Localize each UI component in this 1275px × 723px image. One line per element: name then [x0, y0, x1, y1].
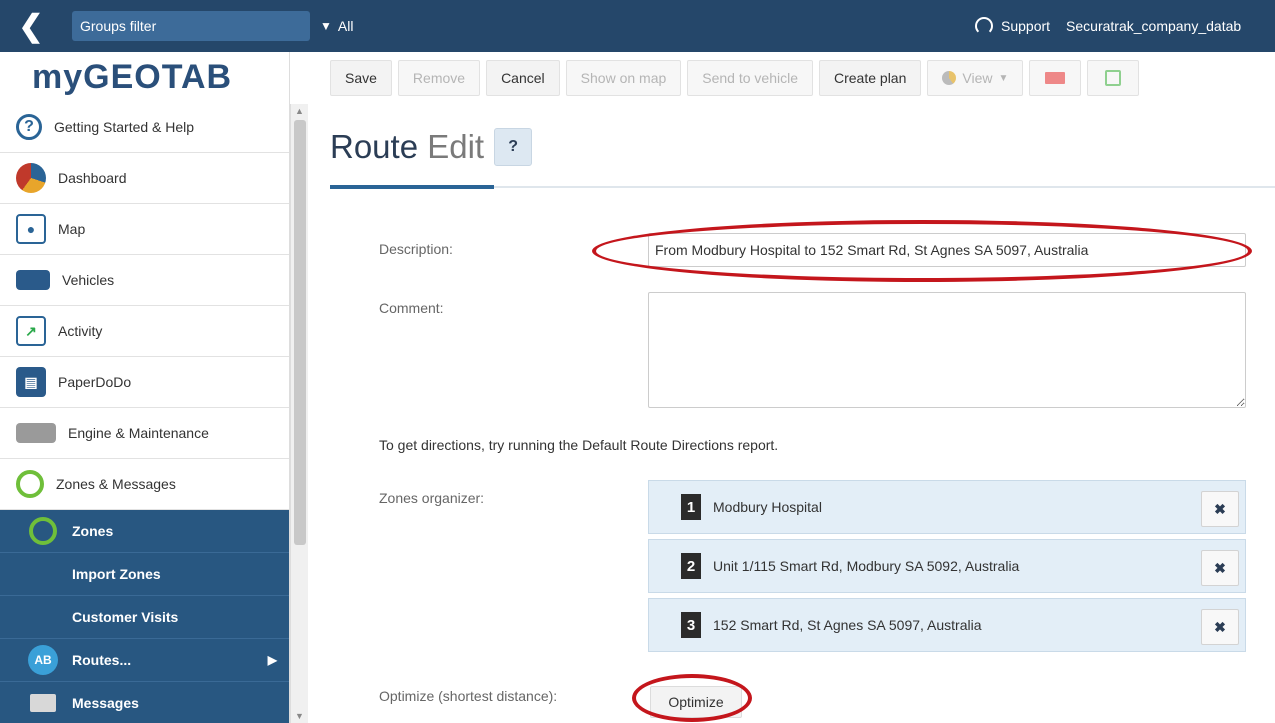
submenu-item-routes[interactable]: AB Routes... ▶ [0, 639, 289, 682]
sidebar-item-vehicles[interactable]: Vehicles [0, 255, 289, 306]
top-bar: ❮ Groups filter ▼ All Support Securatrak… [0, 0, 1275, 52]
remove-button[interactable]: Remove [397, 60, 481, 96]
title-underline [330, 185, 1275, 189]
group-selector-label: All [337, 18, 354, 34]
sidebar: myGEOTAB ? Getting Started & Help Dashbo… [0, 52, 290, 723]
submenu-item-label: Zones [72, 523, 114, 539]
sidebar-item-label: Zones & Messages [56, 476, 176, 492]
zone-name: Modbury Hospital [713, 499, 822, 515]
zone-row[interactable]: 1 Modbury Hospital ✖ [648, 480, 1246, 534]
submenu-item-label: Messages [72, 695, 139, 711]
view-button-label: View [962, 70, 993, 86]
zone-icon [29, 517, 57, 545]
zone-name: Unit 1/115 Smart Rd, Modbury SA 5092, Au… [713, 558, 1020, 574]
sidebar-item-label: Map [58, 221, 86, 237]
sidebar-item-dashboard[interactable]: Dashboard [0, 153, 289, 204]
remove-zone-button[interactable]: ✖ [1201, 550, 1239, 586]
zone-order-number: 3 [681, 612, 701, 638]
page-title: Route Edit [330, 128, 485, 165]
sidebar-item-map[interactable]: ● Map [0, 204, 289, 255]
description-field[interactable] [648, 233, 1246, 267]
submenu-item-label: Customer Visits [72, 609, 179, 625]
zone-order-number: 1 [681, 494, 701, 520]
zone-name: 152 Smart Rd, St Agnes SA 5097, Australi… [713, 617, 982, 633]
scroll-up-icon[interactable]: ▲ [295, 106, 304, 116]
route-ab-icon: AB [28, 645, 58, 675]
sidebar-item-zones-messages[interactable]: Zones & Messages [0, 459, 289, 510]
zone-order-number: 2 [681, 553, 701, 579]
top-right-area: Support Securatrak_company_datab [975, 17, 1275, 35]
account-name[interactable]: Securatrak_company_datab [1066, 18, 1241, 34]
zone-icon [16, 470, 44, 498]
comment-label: Comment: [379, 300, 444, 316]
support-link[interactable]: Support [1001, 18, 1050, 34]
submenu-item-label: Routes... [72, 652, 132, 668]
page-title-area: Route Edit ? [330, 128, 533, 166]
create-plan-button[interactable]: Create plan [819, 60, 922, 96]
envelope-icon [30, 694, 56, 712]
remove-zone-button[interactable]: ✖ [1201, 491, 1239, 527]
sidebar-item-paperdodo[interactable]: ▤ PaperDoDo [0, 357, 289, 408]
scrollbar-thumb[interactable] [294, 120, 306, 545]
submenu-item-messages[interactable]: Messages [0, 682, 289, 723]
comment-field[interactable] [648, 292, 1246, 408]
triangle-down-icon: ▼ [998, 72, 1009, 84]
logo[interactable]: myGEOTAB [0, 52, 289, 102]
sidebar-item-label: Engine & Maintenance [68, 425, 209, 441]
zone-row[interactable]: 2 Unit 1/115 Smart Rd, Modbury SA 5092, … [648, 539, 1246, 593]
excel-icon [1105, 70, 1122, 86]
description-label: Description: [379, 241, 453, 257]
paper-icon: ▤ [16, 367, 46, 397]
sidebar-item-activity[interactable]: ↗ Activity [0, 306, 289, 357]
triangle-right-icon: ▶ [267, 653, 277, 667]
groups-filter-input[interactable]: Groups filter [72, 11, 310, 41]
zones-organizer-label: Zones organizer: [379, 490, 485, 506]
triangle-down-icon: ▼ [320, 19, 332, 33]
sidebar-item-label: Getting Started & Help [54, 119, 195, 135]
sidebar-item-label: PaperDoDo [58, 374, 132, 390]
group-selector[interactable]: ▼ All [320, 18, 353, 34]
sidebar-scrollbar[interactable]: ▲ ▼ [290, 104, 308, 723]
sidebar-item-label: Dashboard [58, 170, 127, 186]
toolbar: Save Remove Cancel Show on map Send to v… [330, 60, 1140, 96]
submenu-item-zones[interactable]: Zones [0, 510, 289, 553]
pie-chart-icon [942, 71, 957, 85]
engine-icon [16, 423, 56, 443]
save-button[interactable]: Save [330, 60, 392, 96]
send-to-vehicle-button[interactable]: Send to vehicle [687, 60, 813, 96]
submenu-zones-messages: Zones Import Zones Customer Visits AB Ro… [0, 510, 289, 723]
help-icon: ? [16, 114, 42, 140]
cancel-button[interactable]: Cancel [486, 60, 560, 96]
submenu-item-customer-visits[interactable]: Customer Visits [0, 596, 289, 639]
sidebar-item-label: Vehicles [62, 272, 115, 288]
zone-row[interactable]: 3 152 Smart Rd, St Agnes SA 5097, Austra… [648, 598, 1246, 652]
dashboard-icon [16, 163, 46, 193]
sidebar-item-engine[interactable]: Engine & Maintenance [0, 408, 289, 459]
sidebar-item-help[interactable]: ? Getting Started & Help [0, 102, 289, 153]
activity-icon: ↗ [16, 316, 46, 346]
optimize-label: Optimize (shortest distance): [379, 688, 558, 704]
pdf-export-button[interactable] [1029, 60, 1082, 96]
map-icon: ● [16, 214, 46, 244]
back-icon[interactable]: ❮ [0, 0, 62, 52]
submenu-item-label: Import Zones [72, 566, 161, 582]
sidebar-item-label: Activity [58, 323, 103, 339]
support-icon[interactable] [975, 17, 993, 35]
submenu-item-import-zones[interactable]: Import Zones [0, 553, 289, 596]
view-button[interactable]: View ▼ [927, 60, 1024, 96]
optimize-button[interactable]: Optimize [650, 686, 742, 718]
help-button[interactable]: ? [494, 128, 533, 166]
directions-hint: To get directions, try running the Defau… [379, 437, 779, 453]
scroll-down-icon[interactable]: ▼ [295, 711, 304, 721]
pdf-icon [1045, 72, 1066, 84]
remove-zone-button[interactable]: ✖ [1201, 609, 1239, 645]
vehicle-icon [16, 270, 50, 290]
excel-export-button[interactable] [1087, 60, 1140, 96]
show-on-map-button[interactable]: Show on map [565, 60, 682, 96]
